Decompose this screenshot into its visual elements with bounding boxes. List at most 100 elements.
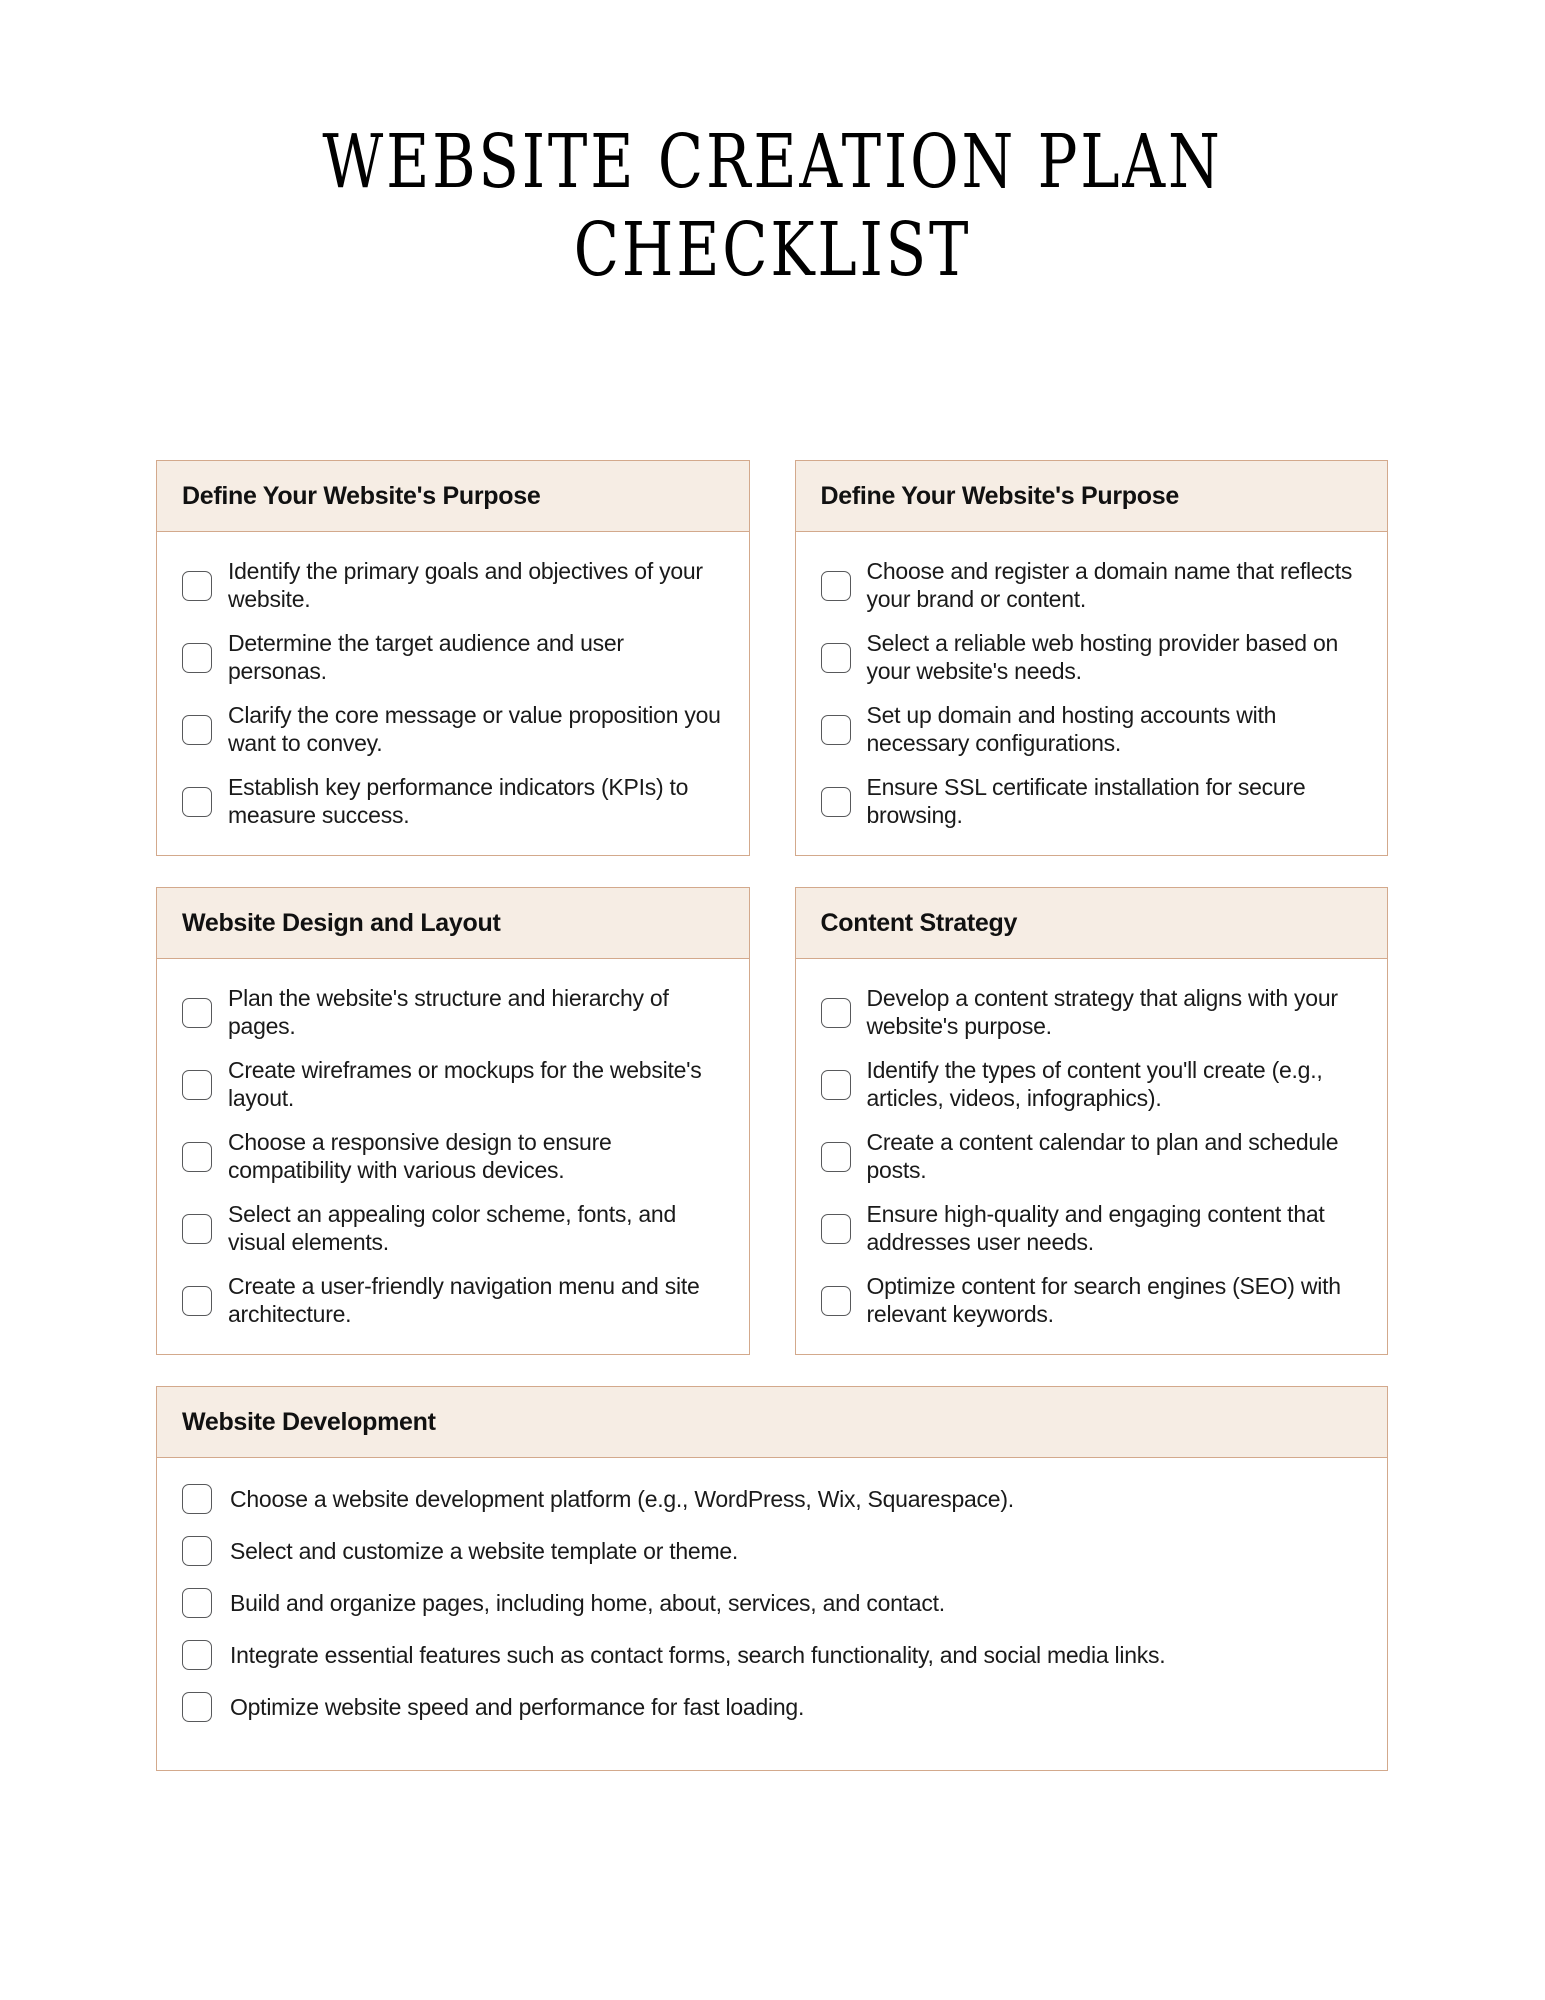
checklist-item[interactable]: Optimize content for search engines (SEO… (820, 1273, 1364, 1328)
card-header: Website Development (157, 1387, 1387, 1458)
checklist-item-label: Choose a responsive design to ensure com… (228, 1129, 612, 1183)
checklist-item-label: Determine the target audience and user p… (228, 630, 624, 684)
checklist-item[interactable]: Choose a website development platform (e… (182, 1484, 1363, 1514)
checkbox-icon[interactable] (820, 714, 851, 745)
checklist-item-label: Select a reliable web hosting provider b… (866, 630, 1339, 684)
checklist-row-2: Website Design and Layout Plan the websi… (156, 887, 1388, 1355)
checklist-item-label: Identify the primary goals and objective… (228, 558, 703, 612)
checkbox-icon[interactable] (820, 1285, 851, 1316)
checkbox-icon[interactable] (820, 997, 851, 1028)
checklist-item-label: Optimize website speed and performance f… (230, 1694, 805, 1720)
checkbox-icon[interactable] (182, 1213, 212, 1244)
checklist-item-label: Select an appealing color scheme, fonts,… (228, 1201, 677, 1255)
checklist-row-3: Website Development Choose a website dev… (156, 1386, 1388, 1771)
checkbox-icon[interactable] (820, 786, 851, 817)
card-body: Develop a content strategy that aligns w… (796, 959, 1388, 1354)
checklist-item[interactable]: Identify the primary goals and objective… (182, 558, 725, 613)
checkbox-icon[interactable] (182, 642, 212, 673)
checklist-item[interactable]: Clarify the core message or value propos… (182, 702, 725, 757)
checklist-item[interactable]: Select a reliable web hosting provider b… (820, 630, 1364, 685)
checklist-row-1: Define Your Website's Purpose Identify t… (156, 460, 1388, 856)
checkbox-icon[interactable] (820, 570, 851, 601)
checklist-item-label: Develop a content strategy that aligns w… (866, 985, 1339, 1039)
checklist-item[interactable]: Create a content calendar to plan and sc… (820, 1129, 1364, 1184)
checkbox-icon[interactable] (182, 1484, 212, 1514)
checklist-item-label: Identify the types of content you'll cre… (866, 1057, 1323, 1111)
checkbox-icon[interactable] (182, 714, 212, 745)
card-header: Content Strategy (795, 888, 1387, 959)
checklist-page: WEBSITE CREATION PLAN CHECKLIST Define Y… (0, 0, 1545, 2000)
checklist-item[interactable]: Select an appealing color scheme, fonts,… (182, 1201, 725, 1256)
checklist-card-purpose: Define Your Website's Purpose Identify t… (156, 460, 750, 856)
card-title: Define Your Website's Purpose (182, 482, 541, 510)
card-body: Plan the website's structure and hierarc… (157, 959, 749, 1354)
checklist-item[interactable]: Create wireframes or mockups for the web… (182, 1057, 725, 1112)
checklist-item[interactable]: Select and customize a website template … (182, 1536, 1363, 1566)
card-header: Define Your Website's Purpose (157, 461, 749, 532)
checklist-item[interactable]: Set up domain and hosting accounts with … (820, 702, 1364, 757)
checklist-grid: Define Your Website's Purpose Identify t… (156, 460, 1388, 1802)
checklist-item[interactable]: Establish key performance indicators (KP… (182, 774, 725, 829)
checklist-item[interactable]: Choose and register a domain name that r… (820, 558, 1364, 613)
checklist-card-development: Website Development Choose a website dev… (156, 1386, 1388, 1771)
checkbox-icon[interactable] (182, 786, 212, 817)
checkbox-icon[interactable] (182, 1640, 212, 1670)
card-header: Website Design and Layout (157, 888, 749, 959)
checklist-item[interactable]: Develop a content strategy that aligns w… (820, 985, 1364, 1040)
checkbox-icon[interactable] (182, 1692, 212, 1722)
checklist-card-domain-hosting: Define Your Website's Purpose Choose and… (794, 460, 1388, 856)
checklist-item[interactable]: Ensure SSL certificate installation for … (820, 774, 1364, 829)
card-body: Choose a website development platform (e… (157, 1458, 1387, 1770)
checklist-item-label: Optimize content for search engines (SEO… (866, 1273, 1342, 1327)
checklist-item[interactable]: Determine the target audience and user p… (182, 630, 725, 685)
checklist-item-label: Create wireframes or mockups for the web… (228, 1057, 702, 1111)
checklist-item-label: Choose a website development platform (e… (230, 1486, 1014, 1512)
checkbox-icon[interactable] (182, 1069, 212, 1100)
checkbox-icon[interactable] (820, 1069, 851, 1100)
checklist-item[interactable]: Identify the types of content you'll cre… (820, 1057, 1364, 1112)
checklist-item-label: Integrate essential features such as con… (230, 1642, 1166, 1668)
checklist-column-full: Website Development Choose a website dev… (156, 1386, 1388, 1771)
checklist-item[interactable]: Choose a responsive design to ensure com… (182, 1129, 725, 1184)
checkbox-icon[interactable] (820, 642, 851, 673)
checklist-item-label: Establish key performance indicators (KP… (228, 774, 689, 828)
checklist-card-design-layout: Website Design and Layout Plan the websi… (156, 887, 750, 1355)
page-title-block: WEBSITE CREATION PLAN CHECKLIST (150, 118, 1395, 294)
checklist-item[interactable]: Create a user-friendly navigation menu a… (182, 1273, 725, 1328)
card-header: Define Your Website's Purpose (795, 461, 1387, 532)
card-title: Website Development (182, 1408, 436, 1436)
checklist-item[interactable]: Plan the website's structure and hierarc… (182, 985, 725, 1040)
checklist-item-label: Clarify the core message or value propos… (228, 702, 721, 756)
checkbox-icon[interactable] (182, 997, 212, 1028)
checklist-item-label: Create a user-friendly navigation menu a… (228, 1273, 700, 1327)
card-title: Define Your Website's Purpose (820, 482, 1180, 510)
checklist-item-label: Ensure SSL certificate installation for … (866, 774, 1306, 828)
checklist-item-label: Set up domain and hosting accounts with … (866, 702, 1277, 756)
checklist-item-label: Select and customize a website template … (230, 1538, 739, 1564)
checklist-item[interactable]: Integrate essential features such as con… (182, 1640, 1363, 1670)
checkbox-icon[interactable] (182, 1285, 212, 1316)
checklist-column-left-2: Website Design and Layout Plan the websi… (156, 887, 750, 1355)
checklist-item-label: Build and organize pages, including home… (230, 1590, 945, 1616)
checklist-card-content-strategy: Content Strategy Develop a content strat… (794, 887, 1388, 1355)
checklist-item[interactable]: Ensure high-quality and engaging content… (820, 1201, 1364, 1256)
checklist-item[interactable]: Build and organize pages, including home… (182, 1588, 1363, 1618)
checkbox-icon[interactable] (182, 1536, 212, 1566)
card-body: Identify the primary goals and objective… (157, 532, 749, 855)
checkbox-icon[interactable] (182, 570, 212, 601)
checklist-item[interactable]: Optimize website speed and performance f… (182, 1692, 1363, 1722)
card-title: Content Strategy (820, 909, 1018, 937)
checkbox-icon[interactable] (820, 1213, 851, 1244)
checkbox-icon[interactable] (820, 1141, 851, 1172)
checklist-column-right-1: Define Your Website's Purpose Choose and… (794, 460, 1388, 856)
checklist-item-label: Ensure high-quality and engaging content… (866, 1201, 1325, 1255)
checklist-item-label: Plan the website's structure and hierarc… (228, 985, 669, 1039)
page-title: WEBSITE CREATION PLAN CHECKLIST (322, 119, 1223, 293)
checklist-item-label: Create a content calendar to plan and sc… (866, 1129, 1339, 1183)
card-body: Choose and register a domain name that r… (796, 532, 1388, 855)
checkbox-icon[interactable] (182, 1141, 212, 1172)
checklist-column-right-2: Content Strategy Develop a content strat… (794, 887, 1388, 1355)
checkbox-icon[interactable] (182, 1588, 212, 1618)
checklist-item-label: Choose and register a domain name that r… (866, 558, 1353, 612)
card-title: Website Design and Layout (182, 909, 501, 937)
